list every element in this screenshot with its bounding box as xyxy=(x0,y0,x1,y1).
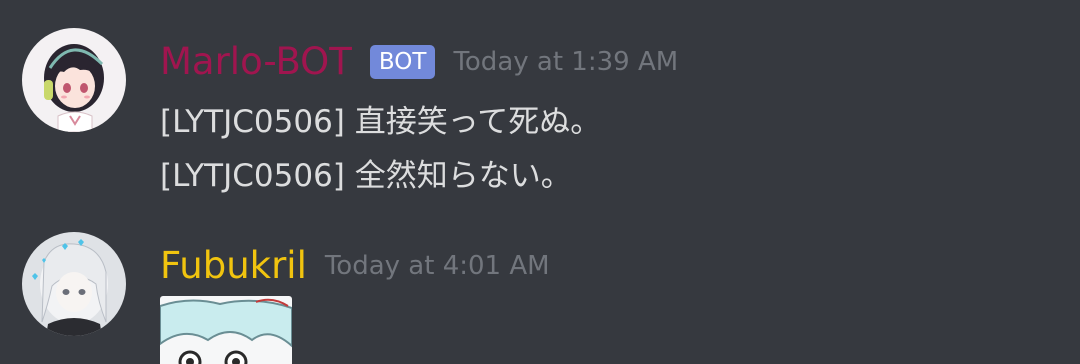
anime-girl-white-hair-avatar-icon[interactable] xyxy=(22,232,126,336)
image-attachment-icon[interactable] xyxy=(160,296,292,364)
message-header: Marlo-BOT BOT Today at 1:39 AM xyxy=(160,40,678,84)
username[interactable]: Fubukril xyxy=(160,244,307,288)
message-group: Marlo-BOT BOT Today at 1:39 AM [LYTJC050… xyxy=(0,0,1080,210)
message-header: Fubukril Today at 4:01 AM xyxy=(160,244,550,288)
timestamp: Today at 4:01 AM xyxy=(324,251,550,281)
chat-messages: Marlo-BOT BOT Today at 1:39 AM [LYTJC050… xyxy=(0,0,1080,364)
username[interactable]: Marlo-BOT xyxy=(160,40,352,84)
anime-girl-avatar-icon[interactable] xyxy=(22,28,126,132)
message-content-line: [LYTJC0506] 直接笑って死ぬ。 xyxy=(160,104,602,140)
timestamp: Today at 1:39 AM xyxy=(453,47,679,77)
message-content-line: [LYTJC0506] 全然知らない。 xyxy=(160,158,572,194)
message-group: Fubukril Today at 4:01 AM xyxy=(0,210,1080,364)
bot-tag-badge: BOT xyxy=(369,45,436,79)
